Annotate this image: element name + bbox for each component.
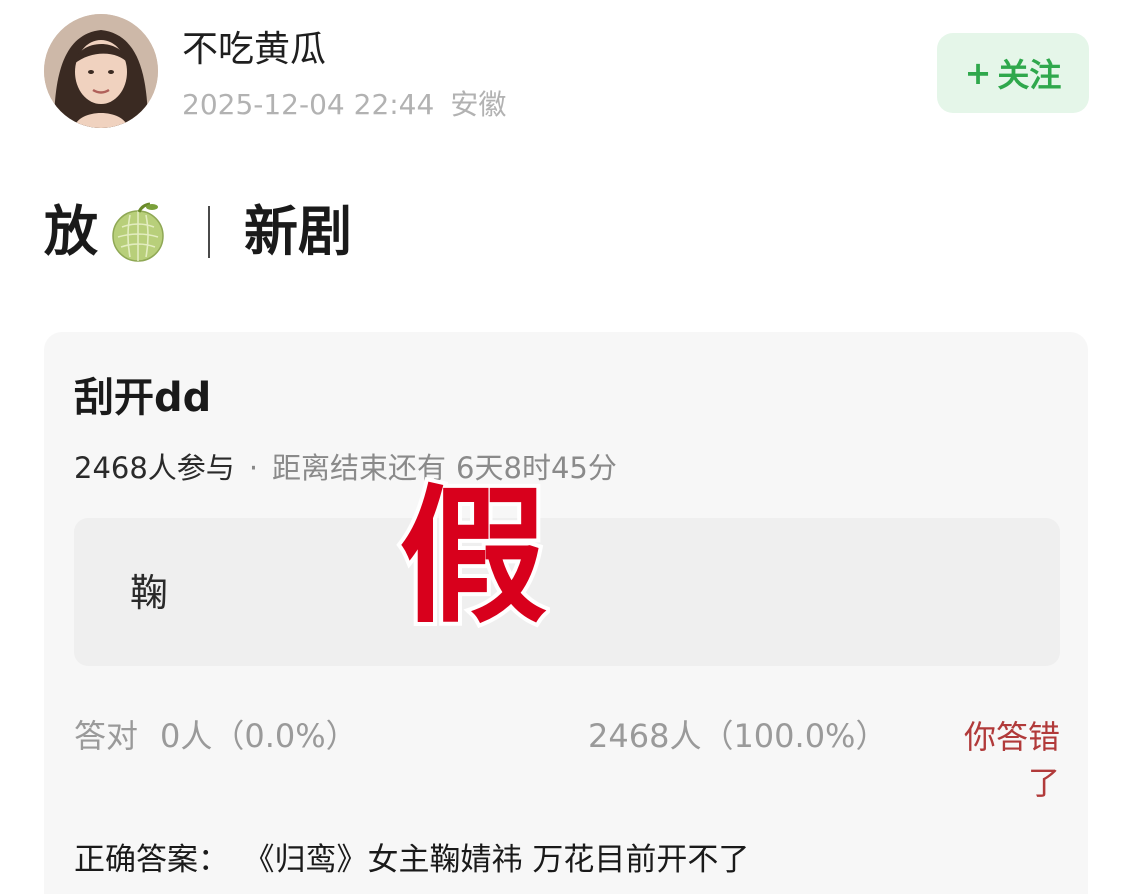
title-prefix: 放	[44, 200, 98, 263]
follow-label: 关注	[997, 56, 1062, 94]
title-divider	[208, 206, 210, 258]
avatar-photo	[44, 14, 158, 128]
correct-stat: 答对 0人（0.0%）	[74, 714, 358, 758]
quiz-title: 刮开dd	[74, 375, 212, 421]
title-suffix: 新剧	[244, 200, 352, 263]
correct-count: 0人（0.0%）	[160, 717, 358, 755]
your-result: 你答错了	[963, 718, 1060, 802]
post-title: 放 新剧	[44, 196, 352, 268]
post-timestamp: 2025-12-04 22:44	[182, 88, 435, 121]
avatar[interactable]	[44, 14, 158, 128]
answer-value: 《归鸾》女主鞠婧祎 万花目前开不了	[259, 842, 750, 878]
follow-button[interactable]: + 关注	[937, 33, 1089, 113]
wrong-count: 2468人（100.0%）	[588, 717, 888, 755]
option-text: 鞠	[130, 571, 169, 615]
correct-answer: 正确答案： 《归鸾》女主鞠婧祎 万花目前开不了	[74, 838, 749, 882]
melon-icon	[112, 202, 164, 262]
username[interactable]: 不吃黄瓜	[182, 26, 326, 74]
correct-label: 答对	[74, 717, 139, 755]
post-meta: 2025-12-04 22:44 安徽	[182, 86, 506, 124]
separator-dot: ·	[248, 451, 259, 485]
plus-icon: +	[964, 54, 992, 92]
weibo-post: 不吃黄瓜 2025-12-04 22:44 安徽 + 关注 放 新剧 刮开dd 2…	[0, 0, 1132, 894]
fake-stamp: 假	[396, 470, 550, 630]
stamp-text: 假	[399, 471, 547, 630]
participant-count: 2468人参与	[74, 451, 235, 485]
post-location: 安徽	[450, 88, 507, 121]
answer-label: 正确答案：	[74, 842, 229, 878]
quiz-option[interactable]	[74, 518, 1060, 666]
